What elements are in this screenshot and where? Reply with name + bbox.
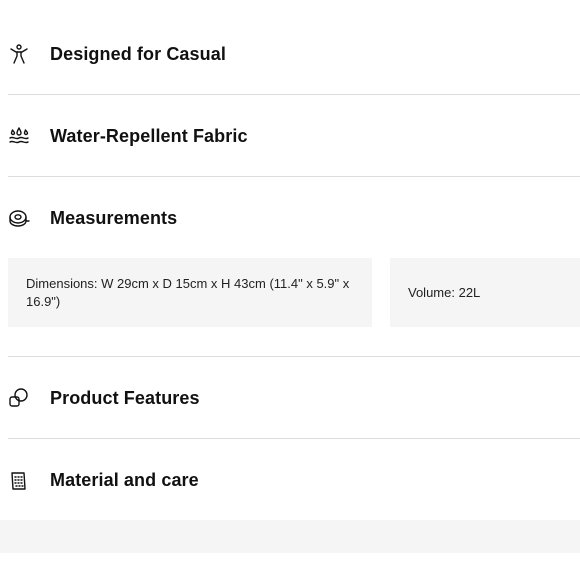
section-title: Product Features: [50, 387, 200, 408]
person-icon: [8, 43, 30, 65]
tape-measure-icon: [8, 207, 30, 229]
volume-text: Volume: 22L: [408, 284, 481, 300]
section-title: Measurements: [50, 207, 178, 228]
section-title: Material and care: [50, 470, 199, 490]
footer-band: [0, 520, 580, 553]
section-material-and-care[interactable]: Material and care: [8, 440, 580, 521]
section-designed-for-casual[interactable]: Designed for Casual: [8, 14, 580, 95]
product-details-page: Designed for Casual Water-Repellent Fabr…: [0, 0, 580, 580]
features-icon: [8, 387, 30, 409]
fabric-tag-icon: [8, 470, 30, 492]
dimensions-card: Dimensions: W 29cm x D 15cm x H 43cm (11…: [8, 258, 372, 327]
measurements-panel: Dimensions: W 29cm x D 15cm x H 43cm (11…: [8, 258, 580, 357]
water-drops-icon: [8, 125, 30, 147]
section-title: Water-Repellent Fabric: [50, 125, 248, 146]
volume-card: Volume: 22L: [390, 258, 580, 327]
section-water-repellent-fabric[interactable]: Water-Repellent Fabric: [8, 96, 580, 177]
dimensions-text: Dimensions: W 29cm x D 15cm x H 43cm (11…: [26, 275, 350, 309]
section-product-features[interactable]: Product Features: [8, 358, 580, 439]
section-measurements[interactable]: Measurements: [8, 178, 580, 258]
section-title: Designed for Casual: [50, 43, 226, 64]
